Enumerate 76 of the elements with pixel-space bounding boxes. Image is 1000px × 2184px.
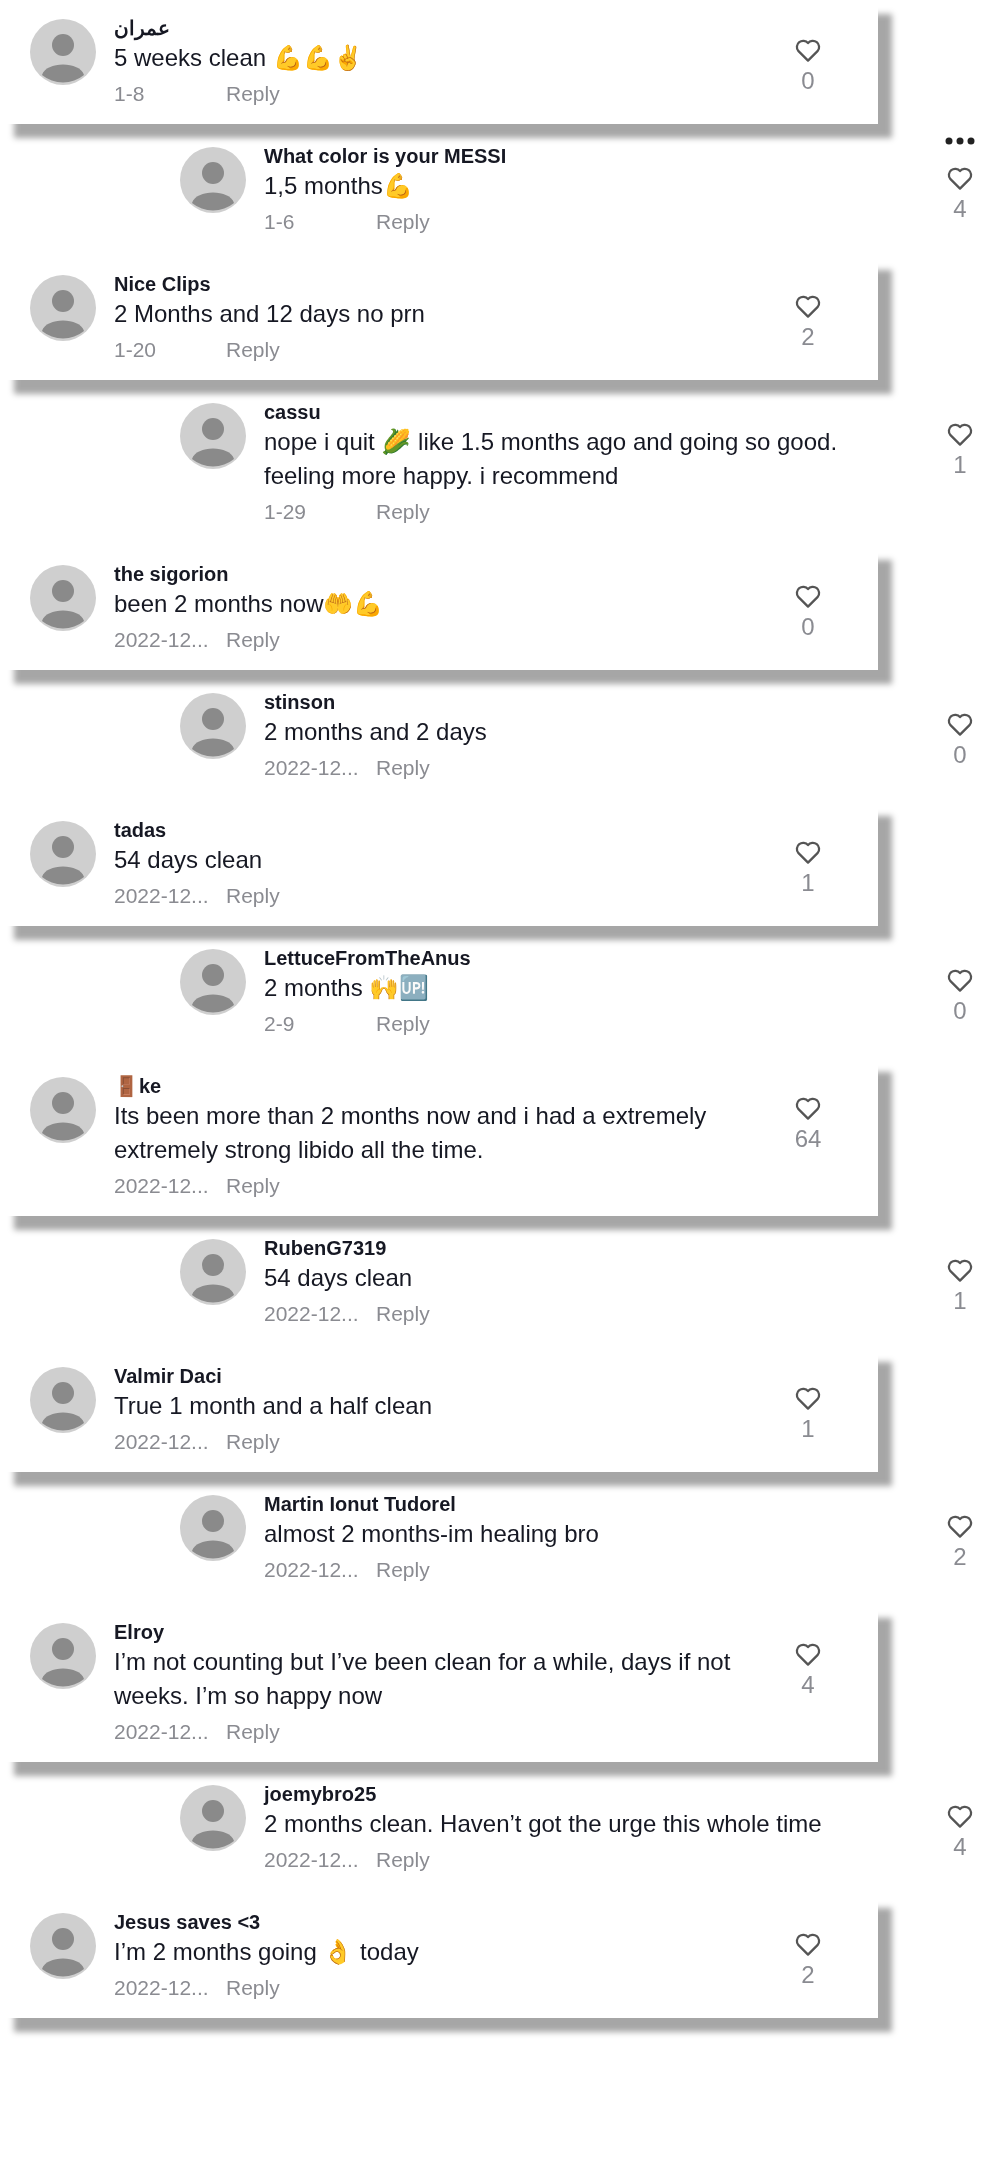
comment-date: 2022-12... bbox=[114, 1429, 210, 1455]
username[interactable]: Martin Ionut Tudorel bbox=[264, 1491, 912, 1517]
username[interactable]: cassu bbox=[264, 399, 912, 425]
username[interactable]: Jesus saves <3 bbox=[114, 1909, 760, 1935]
comment-date: 2022-12... bbox=[264, 755, 360, 781]
comment-text: 2 months clean. Haven’t got the urge this whole time bbox=[264, 1809, 823, 1839]
comment-text: I’m 2 months going 👌 today bbox=[114, 1937, 420, 1967]
avatar-icon bbox=[180, 693, 246, 759]
avatar-icon bbox=[30, 821, 96, 887]
avatar-icon bbox=[180, 1239, 246, 1305]
username[interactable]: Nice Clips bbox=[114, 271, 760, 297]
comment-date: 2-9 bbox=[264, 1011, 296, 1037]
comment-date: 2022-12... bbox=[114, 627, 210, 653]
comment-text: True 1 month and a half clean bbox=[114, 1391, 433, 1421]
like-count: 4 bbox=[953, 1832, 967, 1862]
username[interactable]: Valmir Daci bbox=[114, 1363, 760, 1389]
like-count: 4 bbox=[801, 1670, 815, 1700]
comment-date: 2022-12... bbox=[264, 1301, 360, 1327]
like-count: 0 bbox=[801, 66, 815, 96]
like-count: 2 bbox=[953, 1542, 967, 1572]
username[interactable]: What color is your MESSI bbox=[264, 143, 912, 169]
like-count: 1 bbox=[801, 1414, 815, 1444]
comment-text: 1,5 months💪 bbox=[264, 171, 414, 201]
username[interactable]: the sigorion bbox=[114, 561, 760, 587]
avatar-icon bbox=[180, 147, 246, 213]
comment-text: Its been more than 2 months now and i had a extremely extremely strong libido all the time. bbox=[114, 1101, 708, 1165]
username[interactable]: stinson bbox=[264, 689, 912, 715]
comment-date: 1-8 bbox=[114, 81, 146, 107]
comment-text: 54 days clean bbox=[114, 845, 264, 875]
avatar-icon bbox=[30, 19, 96, 85]
avatar-icon bbox=[180, 1495, 246, 1561]
avatar-icon bbox=[180, 1785, 246, 1851]
avatar-icon bbox=[30, 1367, 96, 1433]
comment-date: 2022-12... bbox=[264, 1847, 360, 1873]
comment-date: 1-29 bbox=[264, 499, 308, 525]
avatar-icon bbox=[30, 1077, 96, 1143]
comment-text: 54 days clean bbox=[264, 1263, 414, 1293]
like-count: 2 bbox=[801, 322, 815, 352]
like-count: 1 bbox=[953, 450, 967, 480]
avatar-icon bbox=[180, 403, 246, 469]
like-count: 1 bbox=[801, 868, 815, 898]
username[interactable]: tadas bbox=[114, 817, 760, 843]
like-count: 1 bbox=[953, 1286, 967, 1316]
username[interactable]: LettuceFromTheAnus bbox=[264, 945, 912, 971]
avatar-icon bbox=[30, 275, 96, 341]
comment-date: 1-6 bbox=[264, 209, 296, 235]
comment-text: 2 months 🙌🆙 bbox=[264, 973, 431, 1003]
username[interactable]: 🚪ke bbox=[114, 1073, 760, 1099]
like-count: 2 bbox=[801, 1960, 815, 1990]
like-count: 0 bbox=[801, 612, 815, 642]
comment-date: 2022-12... bbox=[114, 1975, 210, 2001]
avatar-icon bbox=[30, 1913, 96, 1979]
like-count: 0 bbox=[953, 996, 967, 1026]
comment-text: nope i quit 🌽 like 1.5 months ago and going so good. feeling more happy. i recommend bbox=[264, 427, 839, 491]
avatar-icon bbox=[30, 565, 96, 631]
comment-date: 2022-12... bbox=[264, 1557, 360, 1583]
comment-date: 2022-12... bbox=[114, 883, 210, 909]
comment-date: 2022-12... bbox=[114, 1173, 210, 1199]
comment-text: 2 Months and 12 days no prn bbox=[114, 299, 426, 329]
like-count: 4 bbox=[953, 194, 967, 224]
more-icon[interactable] bbox=[945, 137, 975, 145]
comment-date: 1-20 bbox=[114, 337, 158, 363]
username[interactable]: Elroy bbox=[114, 1619, 760, 1645]
like-count: 64 bbox=[794, 1124, 822, 1154]
comment-text: been 2 months now🤲💪 bbox=[114, 589, 385, 619]
avatar-icon bbox=[30, 1623, 96, 1689]
like-count: 0 bbox=[953, 740, 967, 770]
username[interactable]: joemybro25 bbox=[264, 1781, 912, 1807]
avatar-icon bbox=[180, 949, 246, 1015]
comment-text: 5 weeks clean 💪💪✌ bbox=[114, 43, 364, 73]
username[interactable]: عمران bbox=[114, 15, 760, 41]
comment-text: 2 months and 2 days bbox=[264, 717, 488, 747]
username[interactable]: RubenG7319 bbox=[264, 1235, 912, 1261]
comment-date: 2022-12... bbox=[114, 1719, 210, 1745]
comment-text: almost 2 months-im healing bro bbox=[264, 1519, 600, 1549]
comment-text: I’m not counting but I’ve been clean for a while, days if not weeks. I’m so happy now bbox=[114, 1647, 732, 1711]
